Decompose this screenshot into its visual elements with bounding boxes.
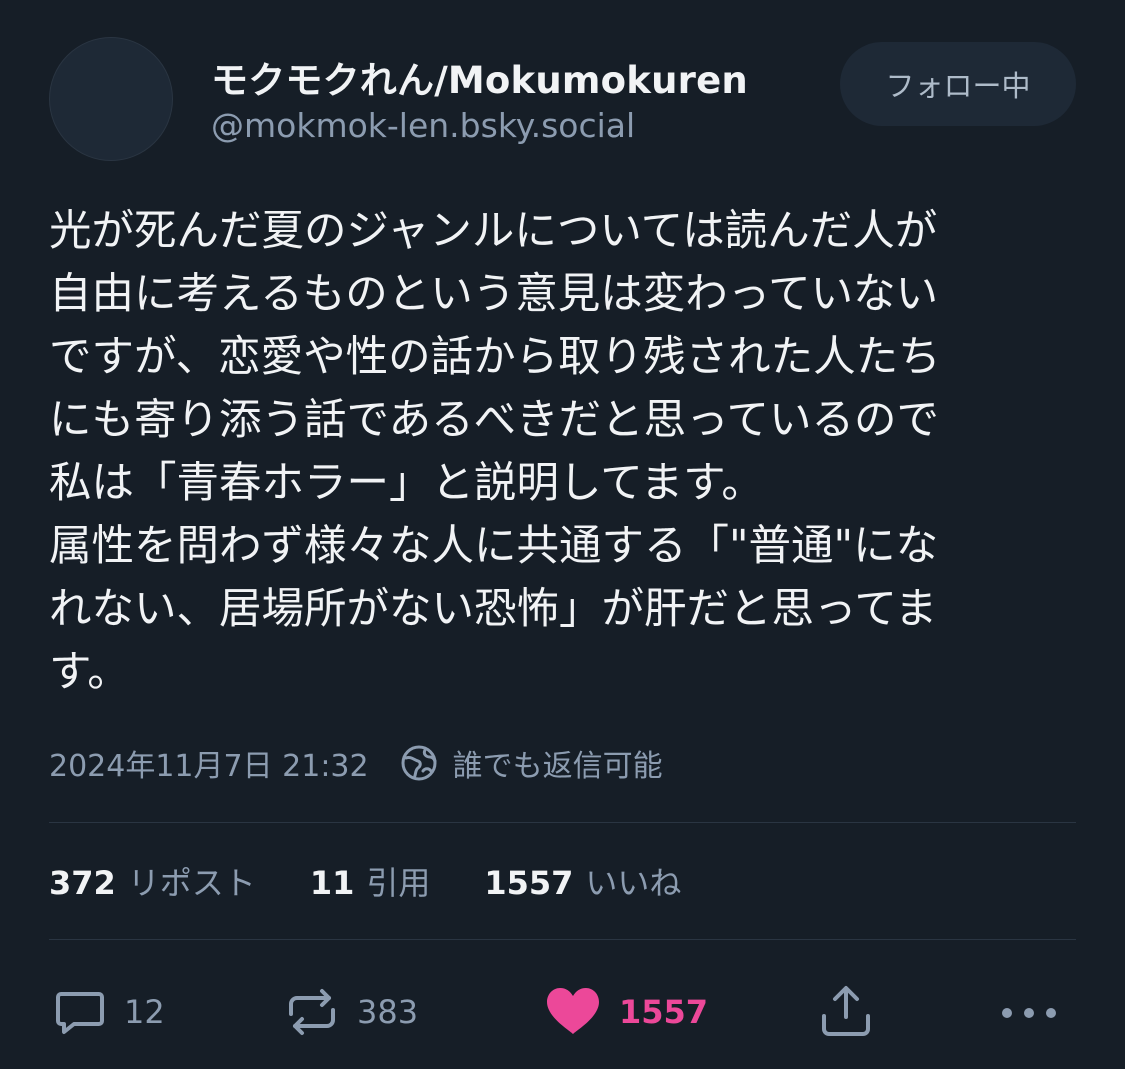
repost-count: 383 <box>357 993 419 1031</box>
repost-button[interactable]: 383 <box>283 982 418 1042</box>
post-text: 光が死んだ夏のジャンルについては読んだ人が 自由に考えるものという意見は変わって… <box>49 207 941 697</box>
repost-stat-label: リポスト <box>127 864 256 902</box>
like-stat-count: 1557 <box>484 864 574 902</box>
share-button[interactable] <box>818 982 874 1042</box>
author-display-name[interactable]: モクモクれん/Mokumokuren <box>211 50 748 104</box>
like-stat[interactable]: 1557 いいね <box>484 858 681 904</box>
avatar[interactable] <box>49 37 173 161</box>
globe-icon <box>399 743 439 783</box>
share-icon <box>818 983 874 1041</box>
post-meta: 2024年11月7日 21:32 誰でも返信可能 <box>49 738 663 788</box>
quote-stat[interactable]: 11 引用 <box>310 858 431 904</box>
like-count: 1557 <box>619 993 709 1031</box>
reply-button[interactable]: 12 <box>52 982 165 1042</box>
comment-icon <box>52 984 108 1040</box>
quote-stat-label: 引用 <box>366 864 431 902</box>
reply-count: 12 <box>124 993 165 1031</box>
divider <box>49 939 1076 940</box>
quote-stat-count: 11 <box>309 864 355 902</box>
post-timestamp: 2024年11月7日 21:32 <box>49 749 369 784</box>
reply-setting-label: 誰でも返信可能 <box>452 749 663 784</box>
more-icon <box>998 984 1060 1040</box>
divider <box>49 822 1076 823</box>
engagement-stats: 372 リポスト 11 引用 1557 いいね <box>49 855 735 907</box>
repost-stat-count: 372 <box>49 864 116 902</box>
post-view: モクモクれん/Mokumokuren @mokmok-len.bsky.soci… <box>0 0 1125 1069</box>
following-button[interactable]: フォロー中 <box>840 42 1076 126</box>
like-stat-label: いいね <box>585 864 682 902</box>
more-options-button[interactable] <box>998 982 1060 1042</box>
author-handle[interactable]: @mokmok-len.bsky.social <box>211 106 635 145</box>
heart-icon <box>543 984 603 1040</box>
reply-setting[interactable]: 誰でも返信可能 <box>399 741 663 785</box>
like-button[interactable]: 1557 <box>543 982 708 1042</box>
repost-icon <box>283 984 341 1040</box>
repost-stat[interactable]: 372 リポスト <box>49 858 256 904</box>
